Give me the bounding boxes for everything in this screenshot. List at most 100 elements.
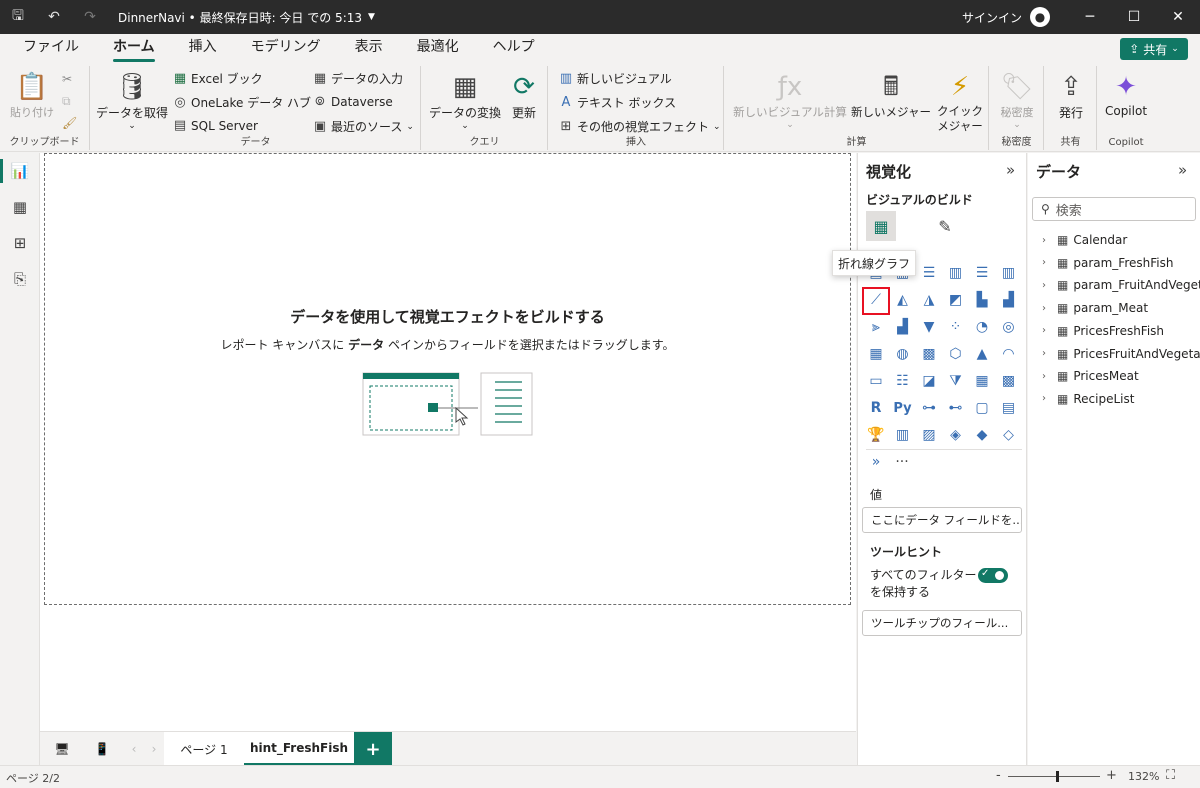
save-icon[interactable]: 🖫	[0, 0, 36, 34]
publish-button[interactable]: ⇪ 発行	[1047, 70, 1095, 121]
more-options-icon[interactable]: ···	[890, 450, 914, 474]
table-view-icon[interactable]: ▦	[0, 189, 40, 225]
fit-page-icon[interactable]: ⛶	[1166, 768, 1175, 783]
tooltips-well[interactable]: ツールチップのフィール...	[862, 610, 1022, 636]
pie-icon[interactable]: ◔	[970, 315, 994, 339]
get-more-visuals-icon[interactable]: »	[864, 450, 888, 474]
tab-file[interactable]: ファイル	[6, 36, 96, 64]
redo-icon[interactable]: ↷	[72, 0, 108, 34]
field-table-item[interactable]: › ▦ param_FreshFish	[1042, 256, 1173, 270]
power-automate-icon[interactable]: ◆	[970, 423, 994, 447]
field-table-item[interactable]: › ▦ RecipeList	[1042, 392, 1134, 406]
zoom-in-icon[interactable]: +	[1106, 768, 1117, 783]
matrix-icon[interactable]: ▩	[997, 369, 1021, 393]
python-visual-icon[interactable]: Py	[891, 396, 915, 420]
power-apps-icon[interactable]: ◈	[944, 423, 968, 447]
share-button[interactable]: ⇪ 共有 ⌄	[1120, 38, 1188, 60]
line-area-icon[interactable]: ◩	[944, 288, 968, 312]
get-data-button[interactable]: 🛢 データを取得 ⌄	[95, 70, 169, 131]
donut-icon[interactable]: ◎	[997, 315, 1021, 339]
model-view-icon[interactable]: ⊞	[0, 225, 40, 261]
sensitivity-button[interactable]: 🏷 秘密度 ⌄	[992, 70, 1042, 130]
dataverse-button[interactable]: ⊚ Dataverse	[313, 94, 393, 109]
prev-page-icon[interactable]: ‹	[124, 732, 144, 766]
quick-measure-button[interactable]: ⚡ クイック メジャー	[933, 70, 987, 134]
onelake-button[interactable]: ◎ OneLake データ ハブ ⌄	[173, 94, 322, 111]
zoom-slider-thumb[interactable]	[1056, 771, 1059, 782]
waterfall-icon[interactable]: ▟	[891, 315, 915, 339]
collapse-data-icon[interactable]: »	[1178, 161, 1187, 179]
copy-icon[interactable]: ⧉	[62, 94, 71, 109]
column-100-icon[interactable]: ▥	[997, 261, 1021, 285]
search-input[interactable]: 検索	[1056, 200, 1082, 219]
copilot-button[interactable]: ✦ Copilot	[1100, 70, 1152, 118]
dax-view-icon[interactable]: ⎘	[0, 261, 40, 297]
page-tab-1[interactable]: ページ 1	[164, 732, 244, 766]
desktop-layout-icon[interactable]: 🖥	[44, 732, 80, 766]
format-painter-icon[interactable]: 🖌	[62, 116, 77, 130]
avatar-icon[interactable]: ●	[1030, 7, 1050, 27]
slicer-icon[interactable]: ⧩	[944, 369, 968, 393]
format-visual-tab-icon[interactable]: ✎	[930, 211, 960, 241]
textbox-button[interactable]: A テキスト ボックス	[559, 94, 677, 111]
tab-view[interactable]: 表示	[338, 36, 400, 64]
stacked-area-icon[interactable]: ◮	[917, 288, 941, 312]
multirow-card-icon[interactable]: ☷	[891, 369, 915, 393]
azure-map-icon[interactable]: ▲	[970, 342, 994, 366]
qna-icon[interactable]: ▢	[970, 396, 994, 420]
decomposition-tree-icon[interactable]: ⊷	[944, 396, 968, 420]
values-well[interactable]: ここにデータ フィールドを...	[862, 507, 1022, 533]
filled-map-icon[interactable]: ▩	[917, 342, 941, 366]
field-table-item[interactable]: › ▦ PricesFreshFish	[1042, 324, 1164, 338]
line-column-icon[interactable]: ▙	[970, 288, 994, 312]
maximize-icon[interactable]: ☐	[1112, 0, 1156, 34]
treemap-icon[interactable]: ▦	[864, 342, 888, 366]
bar-100-icon[interactable]: ☰	[970, 261, 994, 285]
sql-server-button[interactable]: ▤ SQL Server	[173, 118, 258, 133]
build-visual-tab-icon[interactable]: ▦	[866, 211, 896, 241]
page-tab-hint-freshfish[interactable]: hint_FreshFish	[244, 732, 354, 766]
tab-home[interactable]: ホーム	[96, 36, 172, 64]
field-table-item[interactable]: › ▦ param_FruitAndVegeta...	[1042, 278, 1200, 292]
gauge-icon[interactable]: ◠	[997, 342, 1021, 366]
new-visual-calc-button[interactable]: ƒx 新しいビジュアル計算 ⌄	[731, 70, 849, 130]
r-visual-icon[interactable]: R	[864, 396, 888, 420]
mobile-layout-icon[interactable]: 📱	[84, 732, 120, 766]
key-influencers-icon[interactable]: ⊶	[917, 396, 941, 420]
window-title[interactable]: DinnerNavi • 最終保存日時: 今日 での 5:13 ▼	[118, 9, 375, 26]
zoom-out-icon[interactable]: -	[996, 768, 1001, 783]
report-view-icon[interactable]: 📊	[0, 153, 40, 189]
new-measure-button[interactable]: 🖩 新しいメジャー	[849, 70, 933, 120]
zoom-slider[interactable]	[1008, 776, 1100, 777]
clustered-column-icon[interactable]: ▥	[944, 261, 968, 285]
collapse-viz-icon[interactable]: »	[1006, 161, 1015, 179]
add-page-button[interactable]: +	[354, 732, 392, 766]
area-chart-icon[interactable]: ◭	[891, 288, 915, 312]
scatter-icon[interactable]: ⁘	[944, 315, 968, 339]
line-clustered-icon[interactable]: ▟	[997, 288, 1021, 312]
undo-icon[interactable]: ↶	[36, 0, 72, 34]
transform-data-button[interactable]: ▦ データの変換 ⌄	[426, 70, 504, 131]
paste-button[interactable]: 📋 貼り付け	[6, 70, 58, 120]
close-icon[interactable]: ✕	[1156, 0, 1200, 34]
clustered-bar-icon[interactable]: ☰	[917, 261, 941, 285]
field-table-item[interactable]: › ▦ Calendar	[1042, 233, 1127, 247]
search-box[interactable]: ⚲ 検索	[1032, 197, 1196, 221]
tab-insert[interactable]: 挿入	[172, 36, 234, 64]
excel-button[interactable]: ▦ Excel ブック	[173, 70, 263, 87]
tab-help[interactable]: ヘルプ	[476, 36, 552, 64]
tab-optimize[interactable]: 最適化	[400, 36, 476, 64]
field-table-item[interactable]: › ▦ param_Meat	[1042, 301, 1148, 315]
minimize-icon[interactable]: ─	[1068, 0, 1112, 34]
field-table-item[interactable]: › ▦ PricesFruitAndVegeta...	[1042, 347, 1200, 361]
kpi-icon[interactable]: ◪	[917, 369, 941, 393]
new-visual-button[interactable]: ▥ 新しいビジュアル	[559, 70, 672, 87]
card-icon[interactable]: ▭	[864, 369, 888, 393]
more-visual-icon[interactable]: ◇	[997, 423, 1021, 447]
smart-narrative-icon[interactable]: ▨	[917, 423, 941, 447]
table-icon[interactable]: ▦	[970, 369, 994, 393]
tab-modeling[interactable]: モデリング	[234, 36, 338, 64]
shape-map-icon[interactable]: ⬡	[944, 342, 968, 366]
report-icon[interactable]: ▥	[891, 423, 915, 447]
field-table-item[interactable]: › ▦ PricesMeat	[1042, 369, 1139, 383]
